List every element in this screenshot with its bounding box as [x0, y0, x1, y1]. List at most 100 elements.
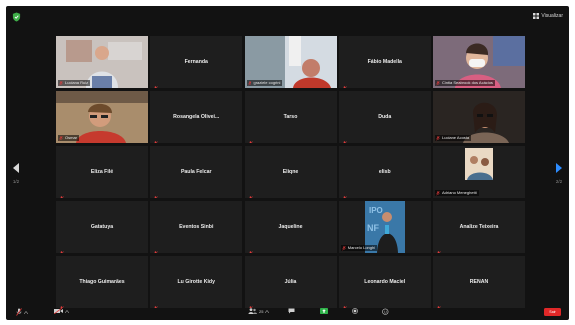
participant-tile[interactable]: elisb — [338, 146, 431, 198]
participant-tile[interactable]: Analize Teixeira — [433, 201, 525, 253]
participant-tile[interactable]: Eliqne — [244, 146, 337, 198]
page-indicator-right: 2/2 — [555, 179, 563, 184]
microphone-muted-icon — [60, 251, 64, 253]
participant-name: Fernanda — [184, 59, 208, 65]
record-icon — [352, 308, 358, 314]
mic-status — [342, 189, 347, 198]
view-button-label: Visualizar — [541, 13, 563, 19]
chevron-right-icon — [556, 163, 562, 173]
participant-tile[interactable]: Adriano Meneghetti — [433, 146, 525, 198]
participant-tile[interactable]: Paula Felcar — [150, 146, 243, 198]
participant-name: Adriano Meneghetti — [442, 190, 477, 195]
participant-tile[interactable]: Tarso — [244, 91, 337, 143]
grid-view-icon — [533, 13, 540, 19]
participant-tile[interactable]: Eventos Sinbi — [150, 201, 243, 253]
participant-tile[interactable]: graziele cogrini — [244, 36, 337, 88]
participant-tile[interactable]: Luciane Acosta — [433, 91, 525, 143]
microphone-muted-icon — [249, 196, 253, 198]
participant-tile[interactable]: IPO NF Marcelo Longhi — [338, 201, 431, 253]
participant-tile[interactable]: Eliza Filé — [56, 146, 148, 198]
participants-count: 25 — [259, 308, 264, 314]
microphone-muted-icon — [60, 196, 64, 198]
mic-status — [248, 134, 253, 143]
participant-name: Eliqne — [282, 169, 299, 175]
participant-tile[interactable]: Thiago Guimarães — [56, 256, 148, 308]
share-screen-button[interactable] — [320, 308, 328, 314]
participant-tile[interactable]: Leonardo Maciel — [338, 256, 431, 308]
mic-status — [153, 79, 159, 88]
participant-tile[interactable]: Luciana Ruiz — [56, 36, 148, 88]
mic-status — [153, 134, 159, 143]
chevron-up-icon[interactable] — [265, 309, 270, 313]
mic-status — [436, 136, 440, 141]
svg-text:IPO: IPO — [369, 206, 383, 215]
participant-tile[interactable]: Osmar — [56, 91, 148, 143]
participant-gallery: Luciana Ruiz Fernanda graziele cogrini Fábi… — [56, 36, 525, 308]
shield-icon[interactable] — [12, 12, 21, 22]
participant-name: RENAN — [469, 279, 489, 285]
meeting-toolbar: 25 Sair — [6, 304, 569, 320]
chat-icon — [288, 308, 295, 314]
microphone-muted-icon — [343, 196, 347, 198]
participant-tile[interactable]: Fábio Madella — [338, 36, 431, 88]
participant-tile[interactable]: RENAN — [433, 256, 525, 308]
share-screen-icon — [320, 308, 328, 314]
next-page-button[interactable]: 2/2 — [551, 160, 567, 184]
participants-button[interactable]: 25 — [248, 308, 270, 314]
participant-tile[interactable]: Rosangela Olivei... — [150, 91, 243, 143]
participant-tile[interactable]: Fernanda — [150, 36, 243, 88]
participant-name: Thiago Guimarães — [79, 279, 125, 285]
top-bar: Visualizar — [6, 6, 569, 28]
participant-name: Duda — [378, 114, 392, 120]
participant-name: Rosangela Olivei... — [173, 114, 220, 120]
participant-tile[interactable]: Gatatuya — [56, 201, 148, 253]
participant-tile[interactable]: Cintia Seabrook dos Acácios — [433, 36, 525, 88]
mic-status — [59, 244, 64, 253]
participant-tile[interactable]: Jaqueline — [244, 201, 337, 253]
microphone-muted-icon — [247, 81, 252, 86]
mic-status — [59, 81, 63, 86]
participant-name: Paula Felcar — [180, 169, 212, 175]
mic-status — [248, 244, 253, 253]
microphone-muted-icon — [154, 196, 159, 198]
microphone-muted-icon — [437, 251, 441, 253]
participant-name-tag: Adriano Meneghetti — [435, 190, 479, 196]
microphone-muted-icon — [16, 308, 22, 316]
chevron-up-icon[interactable] — [24, 310, 28, 314]
previous-page-button[interactable]: 1/2 — [8, 160, 24, 184]
chat-button[interactable] — [288, 308, 295, 314]
participant-name: Gatatuya — [90, 224, 114, 230]
mute-button[interactable] — [16, 308, 28, 316]
participant-name: Eliza Filé — [90, 169, 114, 175]
microphone-muted-icon — [154, 251, 159, 253]
participant-name-tag: Luciane Acosta — [435, 135, 472, 141]
participant-tile[interactable]: Júlia — [244, 256, 337, 308]
microphone-muted-icon — [436, 191, 440, 196]
microphone-muted-icon — [59, 81, 63, 86]
view-button[interactable]: Visualizar — [533, 12, 563, 20]
mic-status — [248, 189, 253, 198]
mic-status — [436, 81, 440, 86]
chevron-up-icon[interactable] — [65, 309, 69, 313]
mic-status — [59, 189, 64, 198]
mic-status — [153, 244, 159, 253]
participant-name: Luciane Acosta — [442, 135, 470, 140]
microphone-muted-icon — [343, 86, 347, 88]
microphone-muted-icon — [436, 81, 440, 86]
chevron-left-icon — [13, 163, 19, 173]
mic-status — [341, 246, 346, 251]
reactions-icon — [382, 308, 389, 315]
leave-meeting-button[interactable]: Sair — [544, 308, 561, 316]
participant-name-tag: Osmar — [58, 135, 79, 141]
record-button[interactable] — [352, 308, 358, 314]
participant-name: Fábio Madella — [367, 59, 402, 65]
video-button[interactable] — [54, 308, 69, 314]
mic-status — [436, 244, 441, 253]
participant-name: graziele cogrini — [253, 80, 281, 85]
video-off-icon — [54, 308, 63, 314]
reactions-button[interactable] — [382, 308, 389, 315]
participant-tile[interactable]: Lu Girotte Kidy — [150, 256, 243, 308]
mic-status — [59, 136, 63, 141]
participant-tile[interactable]: Duda — [338, 91, 431, 143]
participant-name: Leonardo Maciel — [364, 279, 406, 285]
